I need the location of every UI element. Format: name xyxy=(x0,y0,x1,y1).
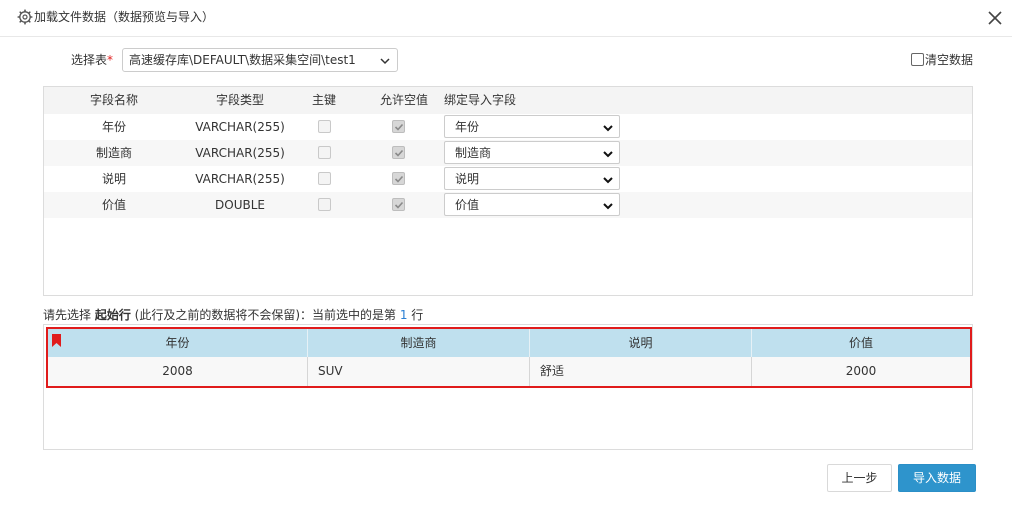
preview-header-row[interactable]: 年份 制造商 说明 价值 xyxy=(48,329,970,357)
required-mark: * xyxy=(107,53,114,67)
bind-field-value: 制造商 xyxy=(455,146,492,160)
bind-field-select[interactable]: 说明 xyxy=(444,167,620,190)
header-bind-field: 绑定导入字段 xyxy=(444,93,517,107)
field-row: 说明 VARCHAR(255) 说明 xyxy=(44,166,972,192)
field-row: 年份 VARCHAR(255) 年份 xyxy=(44,114,972,140)
selected-start-row-frame: 年份 制造商 说明 价值 2008 SUV 舒适 2000 xyxy=(46,327,972,388)
start-row-hint: 请先选择 起始行 (此行及之前的数据将不会保留)：当前选中的是第 1 行 xyxy=(43,308,424,322)
field-row: 制造商 VARCHAR(255) 制造商 xyxy=(44,140,972,166)
field-type: DOUBLE xyxy=(215,198,265,212)
primary-key-checkbox[interactable] xyxy=(318,120,331,133)
clear-data-checkbox[interactable] xyxy=(911,53,924,66)
chevron-down-icon xyxy=(603,151,613,158)
bind-field-value: 价值 xyxy=(455,198,480,212)
close-icon[interactable] xyxy=(986,9,1004,27)
preview-cell: 舒适 xyxy=(530,357,752,386)
table-select-label: 选择表* xyxy=(71,53,114,67)
nullable-checkbox[interactable] xyxy=(392,198,405,211)
preview-header-cell: 价值 xyxy=(848,336,873,350)
field-type: VARCHAR(255) xyxy=(195,120,285,134)
nullable-checkbox[interactable] xyxy=(392,146,405,159)
dialog-title: 加载文件数据（数据预览与导入） xyxy=(34,10,215,24)
table-select[interactable]: 高速缓存库\DEFAULT\数据采集空间\test1 xyxy=(122,48,398,72)
field-table-header: 字段名称 字段类型 主键 允许空值 绑定导入字段 xyxy=(44,87,972,114)
gear-icon xyxy=(17,9,33,25)
field-name: 价值 xyxy=(101,198,126,212)
nullable-checkbox[interactable] xyxy=(392,172,405,185)
bind-field-select[interactable]: 价值 xyxy=(444,193,620,216)
chevron-down-icon xyxy=(603,125,613,132)
preview-cell: 2000 xyxy=(845,364,877,378)
table-select-value: 高速缓存库\DEFAULT\数据采集空间\test1 xyxy=(129,53,356,67)
preview-cell: 2008 xyxy=(48,357,308,386)
field-name: 制造商 xyxy=(95,146,132,160)
header-field-type: 字段类型 xyxy=(215,93,264,107)
bind-field-select[interactable]: 年份 xyxy=(444,115,620,138)
chevron-down-icon xyxy=(603,177,613,184)
preview-header-cell: 制造商 xyxy=(308,329,530,357)
chevron-down-icon xyxy=(603,203,613,210)
field-mapping-table: 字段名称 字段类型 主键 允许空值 绑定导入字段 年份 VARCHAR(255)… xyxy=(43,86,973,296)
header-field-name: 字段名称 xyxy=(89,93,138,107)
data-preview-table: 年份 制造商 说明 价值 2008 SUV 舒适 2000 xyxy=(43,324,973,450)
field-name: 说明 xyxy=(101,172,126,186)
field-row: 价值 DOUBLE 价值 xyxy=(44,192,972,218)
preview-data-row[interactable]: 2008 SUV 舒适 2000 xyxy=(48,357,970,386)
header-primary-key: 主键 xyxy=(311,93,336,107)
preview-header-cell: 年份 xyxy=(48,329,308,357)
chevron-down-icon xyxy=(380,58,390,65)
primary-key-checkbox[interactable] xyxy=(318,172,331,185)
dialog-titlebar: 加载文件数据（数据预览与导入） xyxy=(0,0,1012,37)
field-type: VARCHAR(255) xyxy=(195,172,285,186)
import-data-button[interactable]: 导入数据 xyxy=(898,464,976,492)
bind-field-value: 说明 xyxy=(455,172,480,186)
header-nullable: 允许空值 xyxy=(380,93,429,107)
preview-header-cell: 说明 xyxy=(530,329,752,357)
bind-field-value: 年份 xyxy=(455,120,480,134)
field-type: VARCHAR(255) xyxy=(195,146,285,160)
field-name: 年份 xyxy=(101,120,126,134)
previous-step-button[interactable]: 上一步 xyxy=(827,464,892,492)
primary-key-checkbox[interactable] xyxy=(318,146,331,159)
nullable-checkbox[interactable] xyxy=(392,120,405,133)
preview-cell: SUV xyxy=(308,357,530,386)
clear-data-label: 清空数据 xyxy=(925,53,974,67)
primary-key-checkbox[interactable] xyxy=(318,198,331,211)
bind-field-select[interactable]: 制造商 xyxy=(444,141,620,164)
